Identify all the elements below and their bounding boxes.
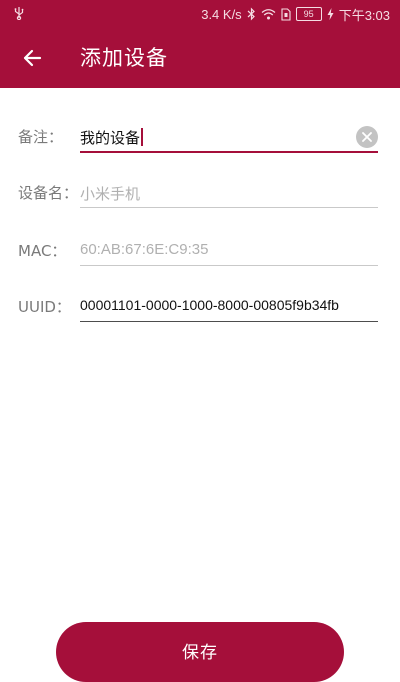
back-button[interactable] — [12, 38, 52, 78]
mac-input[interactable]: 60:AB:67:6E:C9:35 — [80, 232, 378, 272]
uuid-row: UUID： 00001101-0000-1000-8000-00805f9b34… — [0, 288, 400, 328]
clear-button[interactable] — [356, 126, 378, 148]
charging-icon — [327, 8, 334, 20]
uuid-underline — [80, 321, 378, 322]
sim-icon — [281, 7, 291, 21]
save-button[interactable]: 保存 — [56, 622, 344, 682]
status-indicators: 3.4 K/s 95 下午3:03 — [201, 6, 390, 23]
close-icon — [362, 132, 372, 142]
remark-underline — [80, 151, 378, 153]
text-cursor — [141, 128, 144, 146]
mac-row: MAC： 60:AB:67:6E:C9:35 — [0, 232, 400, 272]
arrow-left-icon — [23, 49, 42, 67]
device-name-row: 设备名： 小米手机 — [0, 174, 400, 214]
remark-label: 备注： — [18, 128, 64, 146]
battery-indicator: 95 — [295, 7, 322, 21]
wifi-icon — [261, 9, 276, 20]
mac-label: MAC： — [18, 242, 67, 260]
app-bar: 添加设备 — [0, 28, 400, 88]
page-title: 添加设备 — [80, 46, 168, 70]
bluetooth-icon — [247, 7, 255, 21]
top-bar: 3.4 K/s 95 下午3:03 添加设备 — [0, 0, 400, 88]
usb-icon — [14, 7, 24, 20]
mac-placeholder: 60:AB:67:6E:C9:35 — [80, 241, 209, 258]
network-speed: 3.4 K/s — [201, 6, 242, 22]
status-bar: 3.4 K/s 95 下午3:03 — [0, 0, 400, 28]
remark-value: 我的设备 — [80, 130, 141, 147]
mac-underline — [80, 265, 378, 266]
uuid-value: 00001101-0000-1000-8000-00805f9b34fb — [80, 297, 339, 313]
remark-input[interactable]: 我的设备 — [80, 118, 378, 158]
uuid-label: UUID： — [18, 298, 71, 316]
device-name-placeholder: 小米手机 — [80, 186, 141, 203]
device-name-label: 设备名： — [18, 184, 79, 202]
uuid-input[interactable]: 00001101-0000-1000-8000-00805f9b34fb — [80, 288, 378, 328]
clock: 下午3:03 — [338, 7, 390, 23]
device-name-underline — [80, 207, 378, 208]
remark-row: 备注： 我的设备 — [0, 118, 400, 158]
device-name-input[interactable]: 小米手机 — [80, 174, 378, 214]
